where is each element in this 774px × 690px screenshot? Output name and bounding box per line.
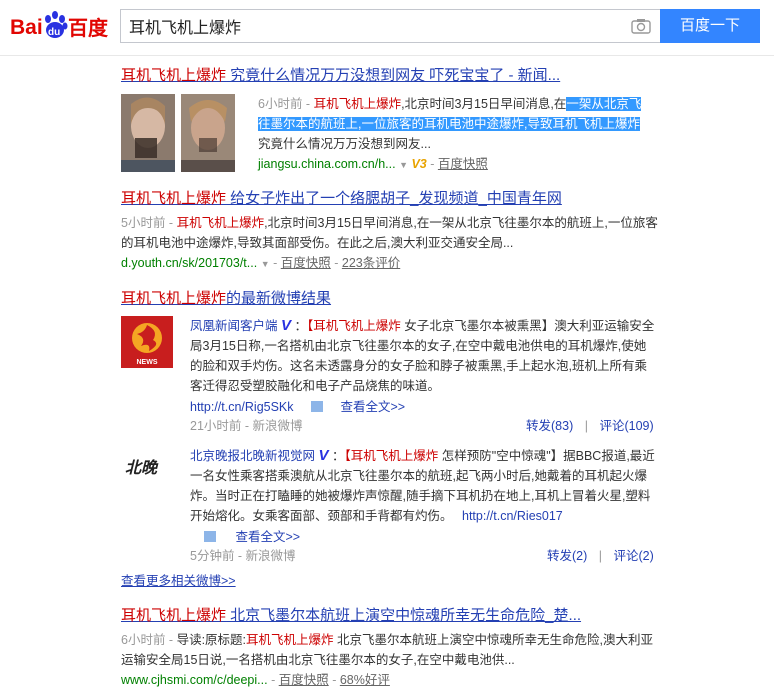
baidu-logo-graphic: Bai du 百度 <box>10 11 109 40</box>
result-1: 耳机飞机上爆炸 究竟什么情况万万没想到网友 吓死宝宝了 - 新闻... <box>121 66 661 86</box>
result-3-title[interactable]: 耳机飞机上爆炸 北京飞墨尔本航班上演空中惊魂所幸无生命危险_楚... <box>121 606 661 626</box>
result-3-cache-link[interactable]: 百度快照 <box>279 673 329 687</box>
weibo-post-2-author[interactable]: 北京晚报北晚新视觉网 <box>190 449 315 463</box>
dropdown-arrow-icon[interactable]: ▼ <box>399 160 408 170</box>
bjwb-logo-icon: 北晚 <box>121 447 173 487</box>
comment-link[interactable]: 评论(2) <box>614 549 654 563</box>
repost-link[interactable]: 转发(2) <box>547 549 587 563</box>
svg-text:北晚: 北晚 <box>125 458 159 477</box>
weibo-post-1-actions: 转发(83) | 评论(109) <box>526 419 654 433</box>
result-2-title[interactable]: 耳机飞机上爆炸 给女子炸出了一个络腮胡子_发现频道_中国青年网 <box>121 189 661 209</box>
result-1-url[interactable]: jiangsu.china.com.cn/h... <box>258 157 396 171</box>
weibo-post-1-links: http://t.cn/Rig5SKk 查看全文>> <box>190 397 405 417</box>
svg-text:NEWS: NEWS <box>137 359 158 366</box>
weibo-post-1-time: 21小时前 - 新浪微博 <box>190 419 303 433</box>
weibo-post-2: 北京晚报北晚新视觉网 V ：【耳机飞机上爆炸 怎样预防"空中惊魂"】据BBC报道… <box>190 447 655 523</box>
weibo-post-1-author[interactable]: 凤凰新闻客户端 <box>190 319 278 333</box>
weibo-section: 耳机飞机上爆炸的最新微博结果 <box>121 289 661 309</box>
result-2-url[interactable]: d.youth.cn/sk/201703/t... <box>121 256 257 270</box>
result-2-snippet: 5小时前 - 耳机飞机上爆炸,北京时间3月15日早间消息,在一架从北京飞往墨尔本… <box>121 216 658 250</box>
repost-link[interactable]: 转发(83) <box>526 419 573 433</box>
result-1-title[interactable]: 耳机飞机上爆炸 究竟什么情况万万没想到网友 吓死宝宝了 - 新闻... <box>121 66 661 86</box>
weibo-post-1-fulltext[interactable]: 查看全文>> <box>341 400 406 414</box>
weibo-post-2-time: 5分钟前 - 新浪微博 <box>190 549 296 563</box>
header: Bai du 百度 百度一下 <box>0 0 774 56</box>
paw-icon: du <box>45 11 68 38</box>
weibo-post-1-link[interactable]: http://t.cn/Rig5SKk <box>190 400 294 414</box>
weibo-post-2-fulltext[interactable]: 查看全文>> <box>235 530 300 544</box>
result-3-meta: www.cjhsmi.com/c/deepi... - 百度快照 - 68%好评 <box>121 673 390 687</box>
result-2-meta: d.youth.cn/sk/201703/t... ▼ - 百度快照 - 223… <box>121 256 401 270</box>
logo-baidu-cn: 百度 <box>68 16 109 40</box>
result-3-reviews-link[interactable]: 68%好评 <box>340 673 390 687</box>
verified-v-icon: V <box>281 317 292 334</box>
result-3-url[interactable]: www.cjhsmi.com/c/deepi... <box>121 673 268 687</box>
ifeng-logo-icon: NEWS <box>121 316 173 368</box>
bjwb-avatar[interactable]: 北晚 <box>121 447 173 490</box>
weibo-title[interactable]: 耳机飞机上爆炸的最新微博结果 <box>121 289 661 309</box>
result-3-snippet: 6小时前 - 导读:原标题:耳机飞机上爆炸 北京飞墨尔本航班上演空中惊魂所幸无生… <box>121 633 653 667</box>
v3-badge[interactable]: V3 <box>411 157 426 171</box>
verified-v-icon: V <box>318 447 329 464</box>
result-3: 耳机飞机上爆炸 北京飞墨尔本航班上演空中惊魂所幸无生命危险_楚... 6小时前 … <box>121 606 661 690</box>
result-2-reviews-link[interactable]: 223条评价 <box>342 256 400 270</box>
ifeng-avatar[interactable]: NEWS <box>121 316 173 371</box>
result-1-snippet: 6小时前 - 耳机飞机上爆炸,北京时间3月15日早间消息,在一架从北京飞往墨尔本… <box>258 97 642 151</box>
weibo-post-2-actions: 转发(2) | 评论(2) <box>547 549 654 563</box>
image-icon[interactable] <box>204 531 216 542</box>
weibo-post-2-links: 查看全文>> <box>204 527 300 547</box>
baidu-logo[interactable]: Bai du 百度 <box>10 10 115 42</box>
more-weibo-link[interactable]: 查看更多相关微博>> <box>121 571 236 591</box>
weibo-post-2-link[interactable]: http://t.cn/Ries017 <box>462 509 563 523</box>
logo-bai: Bai <box>10 16 43 39</box>
result-2: 耳机飞机上爆炸 给女子炸出了一个络腮胡子_发现频道_中国青年网 5小时前 - 耳… <box>121 189 661 274</box>
comment-link[interactable]: 评论(109) <box>599 419 653 433</box>
search-box <box>120 9 660 43</box>
camera-icon[interactable] <box>631 18 651 34</box>
search-input[interactable] <box>121 10 637 42</box>
image-icon[interactable] <box>311 401 324 412</box>
result-1-thumbnails[interactable] <box>121 94 235 175</box>
news-photo-thumbnail[interactable] <box>121 94 235 172</box>
dropdown-arrow-icon[interactable]: ▼ <box>261 259 270 269</box>
result-2-cache-link[interactable]: 百度快照 <box>281 256 331 270</box>
weibo-post-1: 凤凰新闻客户端 V ：【耳机飞机上爆炸 女子北京飞墨尔本被熏黑】澳大利亚运输安全… <box>190 317 655 393</box>
search-button[interactable]: 百度一下 <box>660 9 760 43</box>
result-1-cache-link[interactable]: 百度快照 <box>438 157 488 171</box>
result-1-meta: jiangsu.china.com.cn/h... ▼ V3 - 百度快照 <box>258 157 488 171</box>
logo-du: du <box>48 27 60 38</box>
